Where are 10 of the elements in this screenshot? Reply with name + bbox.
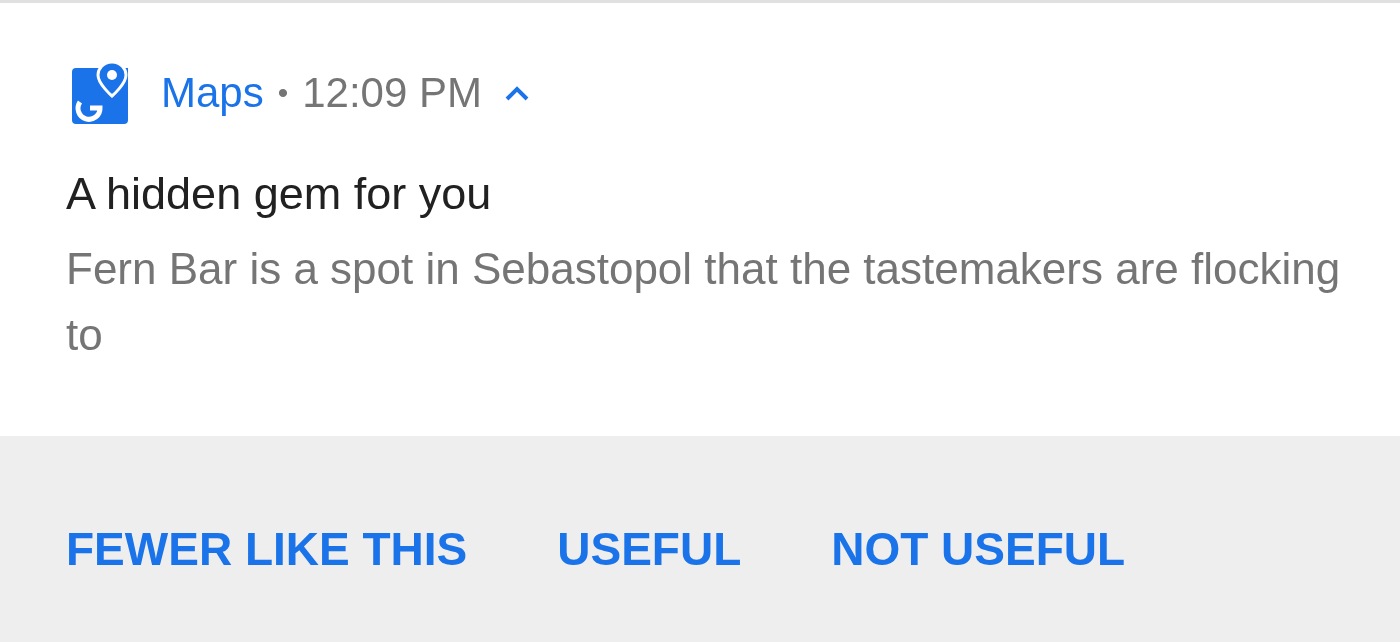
action-button[interactable]: NOT USEFUL — [821, 514, 1136, 584]
app-name: Maps — [161, 69, 264, 117]
separator-dot: • — [277, 76, 289, 110]
caret-icon[interactable] — [504, 85, 530, 101]
notification-title: A hidden gem for you — [66, 167, 493, 221]
notification-text: Fern Bar is a spot in Sebastopol that the tastemakers are flocking to — [66, 243, 1342, 361]
timestamp: 12:09 PM — [302, 69, 482, 117]
map-app-icon — [72, 62, 128, 124]
action-button[interactable]: FEWER LIKE THIS — [56, 514, 478, 584]
action-button[interactable]: USEFUL — [547, 514, 752, 584]
